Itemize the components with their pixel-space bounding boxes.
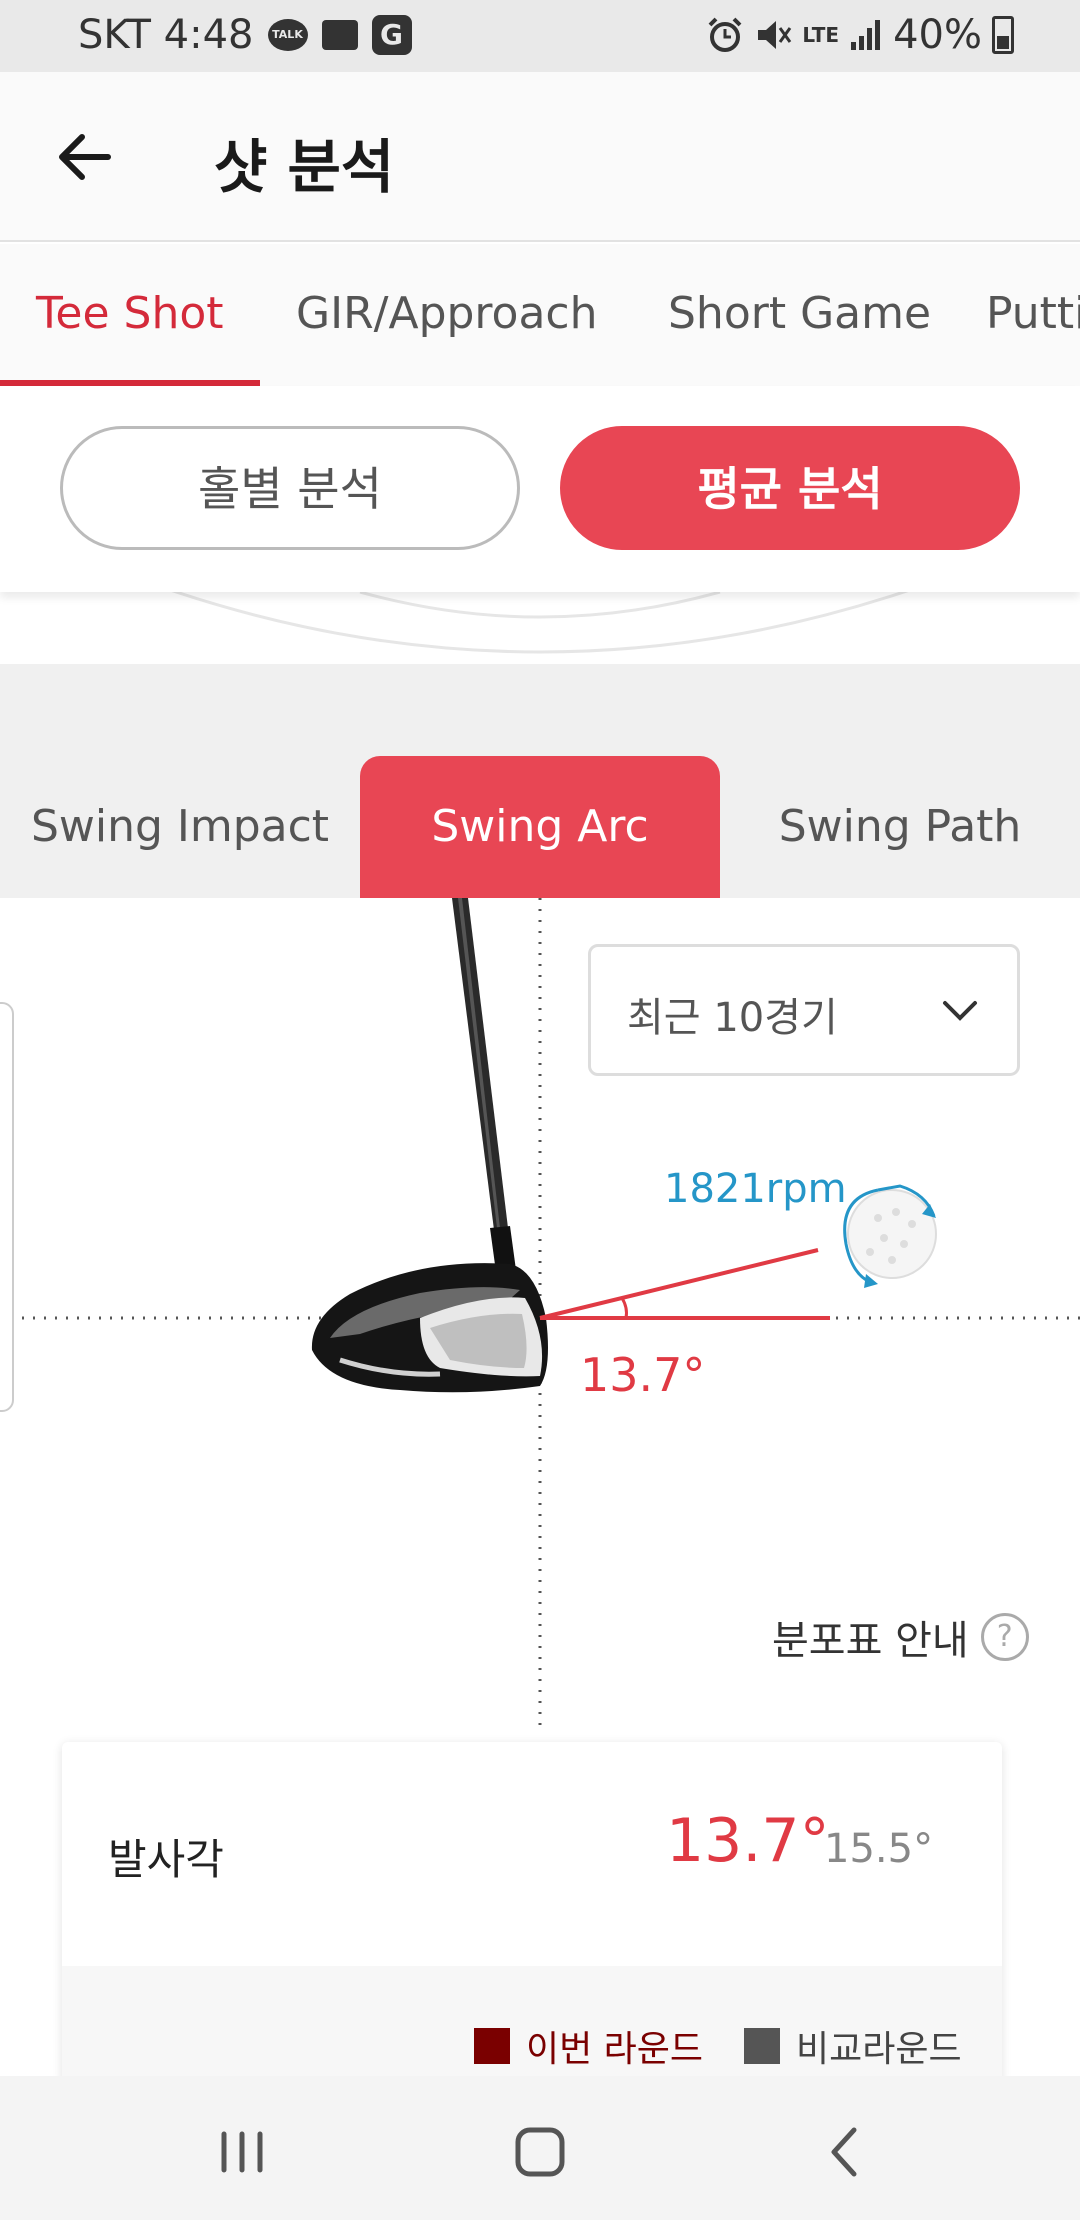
legend-compare-round: 비교라운드 bbox=[744, 2020, 962, 2072]
alarm-icon bbox=[708, 17, 742, 52]
chevron-down-icon bbox=[943, 1001, 977, 1021]
tab-putting[interactable]: Putti bbox=[986, 288, 1080, 339]
card-current-value: 13.7° bbox=[666, 1806, 830, 1876]
distribution-guide-label: 분포표 안내 bbox=[772, 1618, 969, 1664]
launch-angle-label: 13.7° bbox=[580, 1348, 706, 1402]
swing-arc-diagram: 최근 10경기 1821rpm 13.7° 분포표 안내 ? bbox=[0, 898, 1080, 1738]
side-drawer-handle[interactable] bbox=[0, 1002, 14, 1412]
legend-this-round: 이번 라운드 bbox=[474, 2020, 703, 2072]
battery-icon bbox=[992, 16, 1014, 54]
legend-label: 이번 라운드 bbox=[526, 2029, 704, 2070]
hole-analysis-button[interactable]: 홀별 분석 bbox=[60, 426, 520, 550]
back-nav-icon[interactable] bbox=[806, 2112, 886, 2192]
legend-swatch bbox=[744, 2028, 780, 2064]
swing-analysis-tabs: Swing Impact Swing Arc Swing Path bbox=[0, 756, 1080, 898]
card-legend: 이번 라운드 비교라운드 bbox=[62, 1966, 1002, 2082]
battery-percent: 40% bbox=[893, 12, 982, 58]
status-left: SKT 4:48 TALK G bbox=[78, 12, 412, 58]
home-icon[interactable] bbox=[500, 2112, 580, 2192]
launch-angle-card: 발사각 13.7° 15.5° 이번 라운드 비교라운드 bbox=[62, 1742, 1002, 2082]
status-bar: SKT 4:48 TALK G LTE 40% bbox=[0, 0, 1080, 72]
tab-short-game[interactable]: Short Game bbox=[668, 288, 931, 339]
tab-swing-arc[interactable]: Swing Arc bbox=[360, 756, 720, 898]
golf-ball-icon bbox=[843, 1184, 937, 1288]
help-icon: ? bbox=[980, 1613, 1029, 1661]
kakaotalk-icon: TALK bbox=[267, 19, 308, 51]
spin-rate-label: 1821rpm bbox=[664, 1166, 847, 1212]
period-select-value: 최근 10경기 bbox=[627, 995, 838, 1041]
g-app-icon: G bbox=[371, 15, 412, 55]
tab-swing-impact[interactable]: Swing Impact bbox=[0, 756, 360, 898]
scrolled-content-peek bbox=[0, 592, 1080, 664]
tab-swing-path[interactable]: Swing Path bbox=[720, 756, 1080, 898]
carrier-time: SKT 4:48 bbox=[78, 12, 254, 58]
tab-gir-approach[interactable]: GIR/Approach bbox=[296, 288, 598, 339]
card-label: 발사각 bbox=[108, 1835, 224, 1884]
period-select[interactable]: 최근 10경기 bbox=[588, 944, 1020, 1076]
app-bar: 샷 분석 bbox=[0, 72, 1080, 242]
average-analysis-button[interactable]: 평균 분석 bbox=[560, 426, 1020, 550]
lte-label: LTE bbox=[802, 23, 840, 47]
legend-swatch bbox=[474, 2028, 510, 2064]
tab-tee-shot[interactable]: Tee Shot bbox=[36, 288, 224, 339]
signal-icon bbox=[851, 20, 881, 50]
analysis-mode-toggle: 홀별 분석 평균 분석 bbox=[0, 386, 1080, 592]
recent-apps-icon[interactable] bbox=[202, 2112, 282, 2192]
back-arrow-icon[interactable] bbox=[52, 124, 118, 190]
message-icon bbox=[321, 20, 358, 50]
system-nav-bar bbox=[0, 2076, 1080, 2220]
distribution-guide-link[interactable]: 분포표 안내 ? bbox=[772, 1608, 1029, 1666]
mute-icon bbox=[758, 21, 792, 49]
page-title: 샷 분석 bbox=[214, 133, 395, 201]
status-right: LTE 40% bbox=[706, 12, 1014, 58]
shot-category-tabs: Tee Shot GIR/Approach Short Game Putti bbox=[0, 244, 1080, 386]
card-compare-value: 15.5° bbox=[824, 1826, 934, 1872]
legend-label: 비교라운드 bbox=[796, 2029, 962, 2070]
